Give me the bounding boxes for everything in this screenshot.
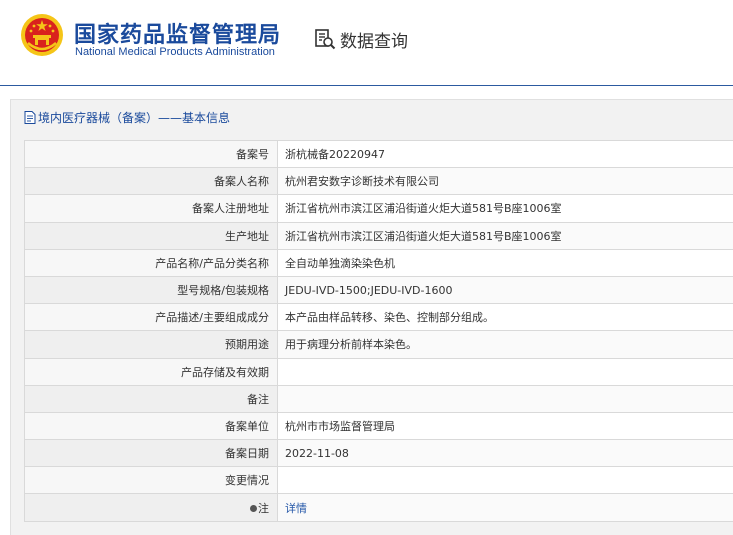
row-label: 产品描述/主要组成成分	[24, 303, 278, 332]
note-label-cell: 注	[24, 493, 278, 522]
row-label: 注	[258, 501, 269, 515]
row-label: 备案号	[24, 139, 278, 169]
row-value	[277, 384, 733, 413]
org-name-cn: 国家药品监督管理局	[74, 23, 282, 48]
table-row: 备案人注册地址 浙江省杭州市滨江区浦沿街道火炬大道581号B座1006室	[24, 194, 733, 223]
table-row: 备案日期 2022-11-08	[24, 439, 733, 468]
section-title: 境内医疗器械（备案）——基本信息	[24, 108, 230, 126]
row-label: 备案人名称	[24, 167, 278, 196]
row-label: 产品存储及有效期	[24, 357, 278, 386]
row-value: 本产品由样品转移、染色、控制部分组成。	[277, 303, 733, 332]
national-emblem-icon	[21, 14, 63, 56]
table-row: 注 详情	[24, 493, 733, 522]
details-link[interactable]: 详情	[285, 502, 307, 515]
row-value: 详情	[277, 493, 733, 522]
table-row: 产品描述/主要组成成分 本产品由样品转移、染色、控制部分组成。	[24, 303, 733, 332]
table-row: 变更情况	[24, 466, 733, 495]
note-dot-icon	[250, 504, 257, 512]
row-value: 浙江省杭州市滨江区浦沿街道火炬大道581号B座1006室	[277, 221, 733, 250]
row-label: 备案日期	[24, 439, 278, 468]
row-value: 2022-11-08	[277, 439, 733, 468]
detail-panel: 境内医疗器械（备案）——基本信息 备案号 浙杭械备20220947 备案人名称 …	[10, 99, 733, 535]
row-value: JEDU-IVD-1500;JEDU-IVD-1600	[277, 275, 733, 305]
row-value: 杭州君安数字诊断技术有限公司	[277, 167, 733, 196]
row-value: 浙江省杭州市滨江区浦沿街道火炬大道581号B座1006室	[277, 194, 733, 223]
row-value: 全自动单独滴染染色机	[277, 248, 733, 277]
table-row: 预期用途 用于病理分析前样本染色。	[24, 330, 733, 359]
table-row: 备案人名称 杭州君安数字诊断技术有限公司	[24, 167, 733, 196]
data-query-link[interactable]: 数据查询	[314, 26, 408, 52]
table-row: 备注	[24, 384, 733, 413]
row-label: 备案人注册地址	[24, 194, 278, 223]
search-document-icon	[315, 29, 336, 50]
detail-table: 备案号 浙杭械备20220947 备案人名称 杭州君安数字诊断技术有限公司 备案…	[24, 139, 733, 522]
table-row: 型号规格/包装规格 JEDU-IVD-1500;JEDU-IVD-1600	[24, 275, 733, 305]
row-value: 杭州市市场监督管理局	[277, 411, 733, 441]
table-row: 产品存储及有效期	[24, 357, 733, 386]
row-label: 变更情况	[24, 466, 278, 495]
row-value: 用于病理分析前样本染色。	[277, 330, 733, 359]
row-label: 产品名称/产品分类名称	[24, 248, 278, 277]
row-label: 型号规格/包装规格	[24, 275, 278, 305]
row-value	[277, 466, 733, 495]
data-query-label: 数据查询	[340, 31, 408, 52]
row-label: 备案单位	[24, 411, 278, 441]
document-icon	[24, 110, 36, 124]
row-label: 生产地址	[24, 221, 278, 250]
row-label: 备注	[24, 384, 278, 413]
row-value	[277, 357, 733, 386]
row-value: 浙杭械备20220947	[277, 139, 733, 169]
table-row: 产品名称/产品分类名称 全自动单独滴染染色机	[24, 248, 733, 277]
section-title-text: 境内医疗器械（备案）——基本信息	[38, 110, 231, 125]
site-header: 国家药品监督管理局 National Medical Products Admi…	[0, 0, 733, 86]
row-label: 预期用途	[24, 330, 278, 359]
org-name-en: National Medical Products Administration	[75, 46, 275, 58]
table-row: 生产地址 浙江省杭州市滨江区浦沿街道火炬大道581号B座1006室	[24, 221, 733, 250]
table-row: 备案单位 杭州市市场监督管理局	[24, 411, 733, 441]
table-row: 备案号 浙杭械备20220947	[24, 139, 733, 169]
